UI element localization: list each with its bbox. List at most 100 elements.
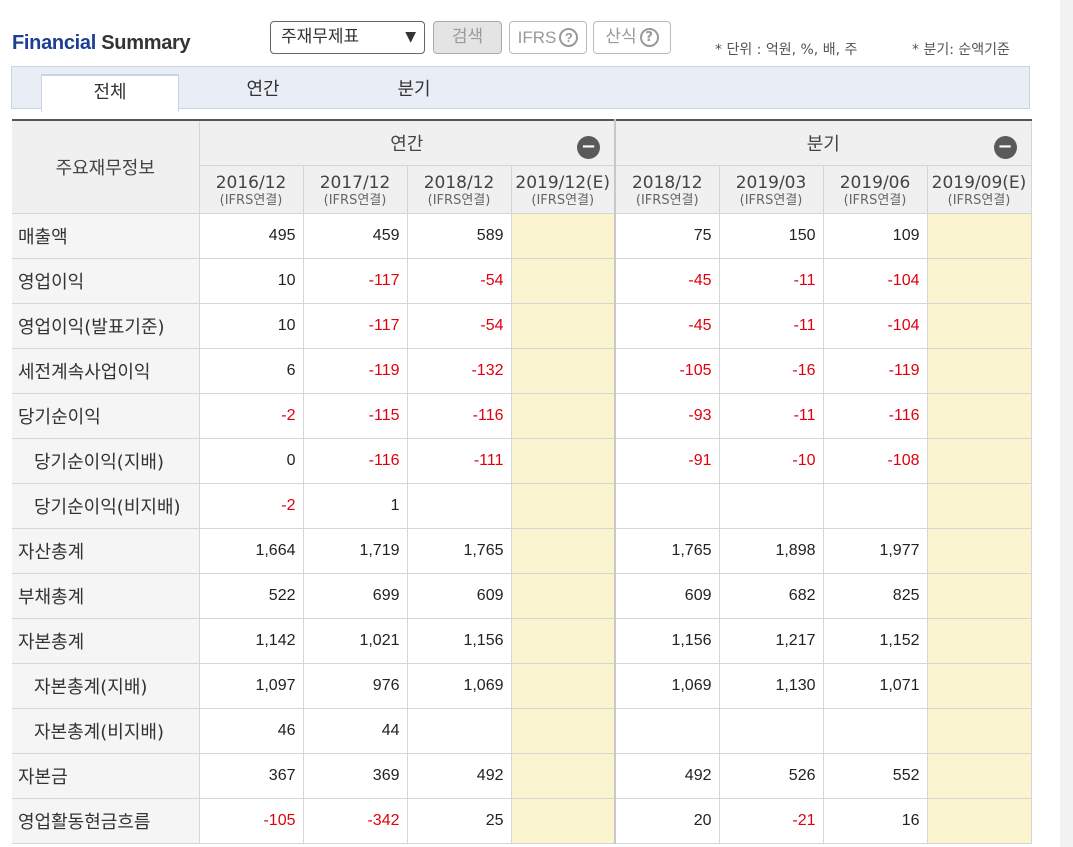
- period-header: 2018/12 (IFRS연결): [614, 164, 720, 214]
- value-cell: 16: [822, 797, 928, 844]
- ifrs-help-button[interactable]: IFRS?: [509, 21, 587, 54]
- value-cell: -116: [822, 392, 928, 439]
- table-row: 자산총계 1,664 1,719 1,765 1,765 1,898 1,977: [12, 527, 1032, 574]
- question-mark-icon: ?: [559, 28, 579, 47]
- period-date: 2016/12: [215, 172, 287, 193]
- row-label: 당기순이익(지배): [12, 437, 200, 484]
- value-cell: [510, 257, 616, 304]
- period-header: 2019/06 (IFRS연결): [822, 164, 928, 214]
- period-basis: (IFRS연결): [531, 192, 595, 208]
- ifrs-label: IFRS: [517, 28, 557, 47]
- value-cell: -93: [614, 392, 720, 439]
- value-cell: 44: [302, 707, 408, 754]
- collapse-annual-icon[interactable]: −: [577, 136, 600, 159]
- value-cell: 1,765: [614, 527, 720, 574]
- period-header: 2016/12 (IFRS연결): [198, 164, 304, 214]
- table-row: 당기순이익(비지배) -2 1: [12, 482, 1032, 529]
- value-cell: -11: [718, 302, 824, 349]
- formula-help-button[interactable]: 산식?: [593, 21, 671, 54]
- value-cell: 10: [198, 302, 304, 349]
- annual-group-label: 연간: [390, 133, 424, 155]
- table-row: 자본총계(비지배) 46 44: [12, 707, 1032, 754]
- statement-type-select[interactable]: 주재무제표 ▼: [270, 21, 425, 54]
- tab-annual[interactable]: 연간: [195, 67, 331, 109]
- row-label: 세전계속사업이익: [12, 347, 200, 394]
- table-row: 매출액 495 459 589 75 150 109: [12, 212, 1032, 259]
- value-cell: -117: [302, 302, 408, 349]
- value-cell: -116: [302, 437, 408, 484]
- value-cell: 1,977: [822, 527, 928, 574]
- page-title: Financial Summary: [12, 32, 191, 55]
- row-label: 자본총계(비지배): [12, 707, 200, 754]
- value-cell: -2: [198, 392, 304, 439]
- tab-all[interactable]: 전체: [41, 74, 179, 112]
- period-date: 2019/12(E): [515, 172, 611, 193]
- value-cell: [510, 752, 616, 799]
- value-cell: 552: [822, 752, 928, 799]
- value-cell: [926, 302, 1032, 349]
- value-cell: [614, 707, 720, 754]
- value-cell: -105: [198, 797, 304, 844]
- value-cell: -108: [822, 437, 928, 484]
- statement-type-value: 주재무제표: [281, 27, 360, 47]
- value-cell: 6: [198, 347, 304, 394]
- period-header: 2019/03 (IFRS연결): [718, 164, 824, 214]
- table-row: 영업이익 10 -117 -54 -45 -11 -104: [12, 257, 1032, 304]
- value-cell: -132: [406, 347, 512, 394]
- value-cell: -104: [822, 302, 928, 349]
- value-cell: 682: [718, 572, 824, 619]
- search-button[interactable]: 검색: [433, 21, 502, 54]
- value-cell: -117: [302, 257, 408, 304]
- row-label: 자본총계: [12, 617, 200, 664]
- row-label: 영업이익(발표기준): [12, 302, 200, 349]
- value-cell: 825: [822, 572, 928, 619]
- period-basis: (IFRS연결): [323, 192, 387, 208]
- value-cell: -54: [406, 257, 512, 304]
- value-cell: 522: [198, 572, 304, 619]
- table-row: 자본총계(지배) 1,097 976 1,069 1,069 1,130 1,071: [12, 662, 1032, 709]
- value-cell: -45: [614, 257, 720, 304]
- tab-quarter[interactable]: 분기: [346, 67, 482, 109]
- value-cell: -342: [302, 797, 408, 844]
- value-cell: [510, 662, 616, 709]
- value-cell: [510, 482, 616, 529]
- row-label: 부채총계: [12, 572, 200, 619]
- period-header: 2018/12 (IFRS연결): [406, 164, 512, 214]
- collapse-quarter-icon[interactable]: −: [993, 136, 1017, 159]
- value-cell: 369: [302, 752, 408, 799]
- table-row: 영업활동현금흐름 -105 -342 25 20 -21 16: [12, 797, 1032, 844]
- value-cell: 492: [614, 752, 720, 799]
- unit-note: * 단위 : 억원, %, 배, 주: [715, 42, 858, 58]
- value-cell: 25: [406, 797, 512, 844]
- value-cell: [822, 707, 928, 754]
- value-cell: -119: [822, 347, 928, 394]
- value-cell: 1,156: [406, 617, 512, 664]
- period-basis: (IFRS연결): [947, 192, 1011, 208]
- value-cell: [510, 617, 616, 664]
- period-basis: (IFRS연결): [219, 192, 283, 208]
- value-cell: [926, 707, 1032, 754]
- row-label: 당기순이익: [12, 392, 200, 439]
- row-label: 자본총계(지배): [12, 662, 200, 709]
- question-mark-icon: ?: [639, 28, 659, 47]
- period-header: 2019/12(E) (IFRS연결): [510, 164, 616, 214]
- value-cell: [510, 437, 616, 484]
- title-financial: Financial: [12, 32, 96, 54]
- value-cell: 609: [614, 572, 720, 619]
- right-scrollbar-track[interactable]: [1060, 0, 1073, 847]
- value-cell: 1,156: [614, 617, 720, 664]
- value-cell: [926, 662, 1032, 709]
- dropdown-arrow-icon: ▼: [405, 29, 416, 45]
- value-cell: -11: [718, 392, 824, 439]
- value-cell: 1,069: [406, 662, 512, 709]
- value-cell: [510, 707, 616, 754]
- quarter-group-label: 분기: [806, 133, 840, 155]
- value-cell: 609: [406, 572, 512, 619]
- row-header-label: 주요재무정보: [12, 119, 200, 214]
- value-cell: 46: [198, 707, 304, 754]
- value-cell: -105: [614, 347, 720, 394]
- value-cell: [510, 797, 616, 844]
- value-cell: [510, 347, 616, 394]
- period-header: 2019/09(E) (IFRS연결): [926, 164, 1032, 214]
- value-cell: -16: [718, 347, 824, 394]
